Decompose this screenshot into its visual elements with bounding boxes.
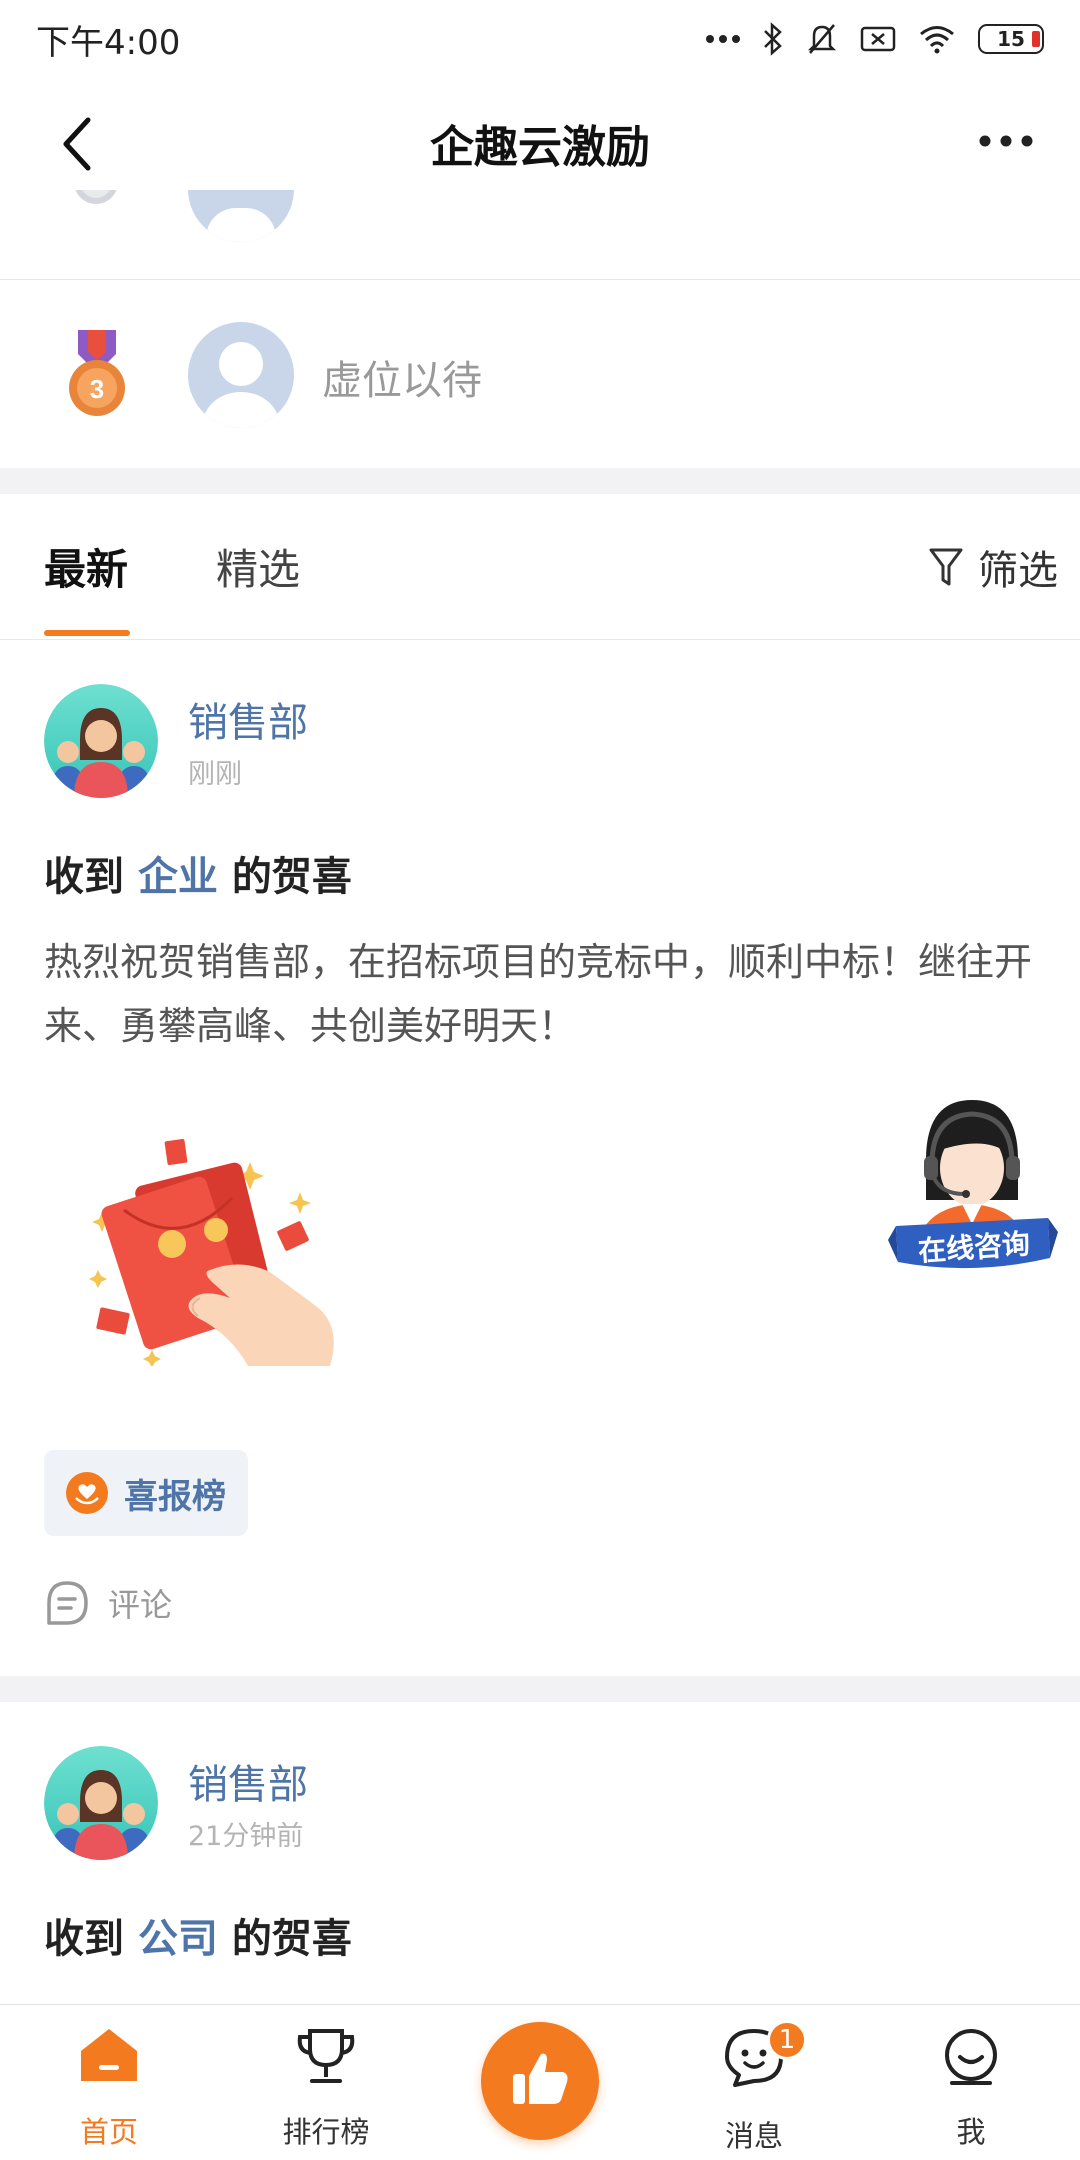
filter-button[interactable]: 筛选 xyxy=(928,538,1058,596)
heart-hands-icon xyxy=(66,1472,108,1514)
sim-off-icon xyxy=(860,26,896,52)
celebration-board-tag[interactable]: 喜报榜 xyxy=(44,1450,248,1536)
trophy-icon xyxy=(297,2029,355,2083)
active-tab-indicator xyxy=(44,630,130,636)
tab-home-label: 首页 xyxy=(79,2115,138,2149)
like-fab-button[interactable] xyxy=(481,2022,599,2140)
mute-bell-icon xyxy=(807,24,837,54)
title-prefix: 收到 xyxy=(44,854,124,900)
more-options-icon[interactable] xyxy=(976,126,1036,156)
tab-ranking-label: 排行榜 xyxy=(282,2115,370,2149)
comment-icon xyxy=(47,1581,88,1625)
tab-me-label: 我 xyxy=(956,2115,986,2149)
tab-latest[interactable]: 最新 xyxy=(44,536,128,597)
section-divider xyxy=(0,468,1080,494)
wifi-icon xyxy=(920,26,954,54)
post-title: 收到 企业 的贺喜 xyxy=(44,844,352,902)
feed-tabs: 最新 精选 筛选 xyxy=(0,496,1080,640)
filter-icon xyxy=(929,548,963,586)
back-arrow-icon[interactable] xyxy=(50,114,110,174)
section-divider xyxy=(0,1676,1080,1702)
page-title: 企趣云激励 xyxy=(430,122,650,173)
tab-ranking[interactable]: 排行榜 xyxy=(236,2005,416,2160)
tab-messages[interactable]: 消息 xyxy=(664,2005,844,2160)
title-sender[interactable]: 公司 xyxy=(138,1916,218,1962)
tab-home[interactable]: 首页 xyxy=(19,2005,199,2160)
silver-medal-icon xyxy=(75,190,117,204)
title-suffix: 的贺喜 xyxy=(231,1916,352,1962)
post-time: 刚刚 xyxy=(188,759,242,790)
department-avatar xyxy=(44,684,158,798)
tab-me[interactable]: 我 xyxy=(881,2005,1061,2160)
title-sender[interactable]: 企业 xyxy=(138,854,218,900)
rank-row-third[interactable]: 3 虚位以待 xyxy=(0,280,1080,468)
tab-messages-label: 消息 xyxy=(724,2119,783,2153)
battery-indicator: 15 xyxy=(978,24,1044,54)
thumbs-up-icon xyxy=(513,2053,568,2104)
post-body: 热烈祝贺销售部，在招标项目的竞标中，顺利中标！继往开来、勇攀高峰、共创美好明天！ xyxy=(44,940,1033,1048)
red-envelope-illustration xyxy=(89,1138,334,1366)
tab-featured[interactable]: 精选 xyxy=(216,536,300,597)
post-department[interactable]: 销售部 xyxy=(188,1752,308,1810)
unread-badge: 1 xyxy=(767,2020,807,2060)
default-avatar-icon xyxy=(203,342,279,428)
post-time: 21分钟前 xyxy=(188,1821,304,1852)
rank-name: 虚位以待 xyxy=(322,358,482,404)
avatar xyxy=(188,190,294,242)
comment-label: 评论 xyxy=(108,1586,173,1624)
status-time: 下午4:00 xyxy=(36,22,181,63)
nav-bar: 企趣云激励 xyxy=(0,78,1080,208)
medal-number: 3 xyxy=(90,374,104,404)
status-icons: 15 xyxy=(706,22,1044,56)
avatar xyxy=(188,322,294,428)
online-consult-button[interactable]: 在线咨询 xyxy=(888,1090,1058,1280)
rank-row-second-partial xyxy=(0,190,1080,280)
post-title: 收到 公司 的贺喜 xyxy=(44,1906,352,1964)
feed-post: 销售部 21分钟前 收到 公司 的贺喜 xyxy=(0,1702,1080,2002)
bronze-medal-icon: 3 xyxy=(69,330,125,416)
badge-label: 喜报榜 xyxy=(124,1476,226,1517)
bluetooth-icon xyxy=(764,22,782,56)
home-icon xyxy=(81,2029,137,2081)
title-prefix: 收到 xyxy=(44,1916,124,1962)
profile-icon xyxy=(945,2029,997,2085)
filter-label: 筛选 xyxy=(978,548,1058,594)
department-avatar xyxy=(44,1746,158,1860)
post-department[interactable]: 销售部 xyxy=(188,690,308,748)
comment-button[interactable]: 评论 xyxy=(44,1580,172,1626)
title-suffix: 的贺喜 xyxy=(231,854,352,900)
more-dots-icon xyxy=(706,35,740,43)
status-bar: 下午4:00 15 xyxy=(0,0,1080,78)
battery-level: 15 xyxy=(997,27,1025,51)
